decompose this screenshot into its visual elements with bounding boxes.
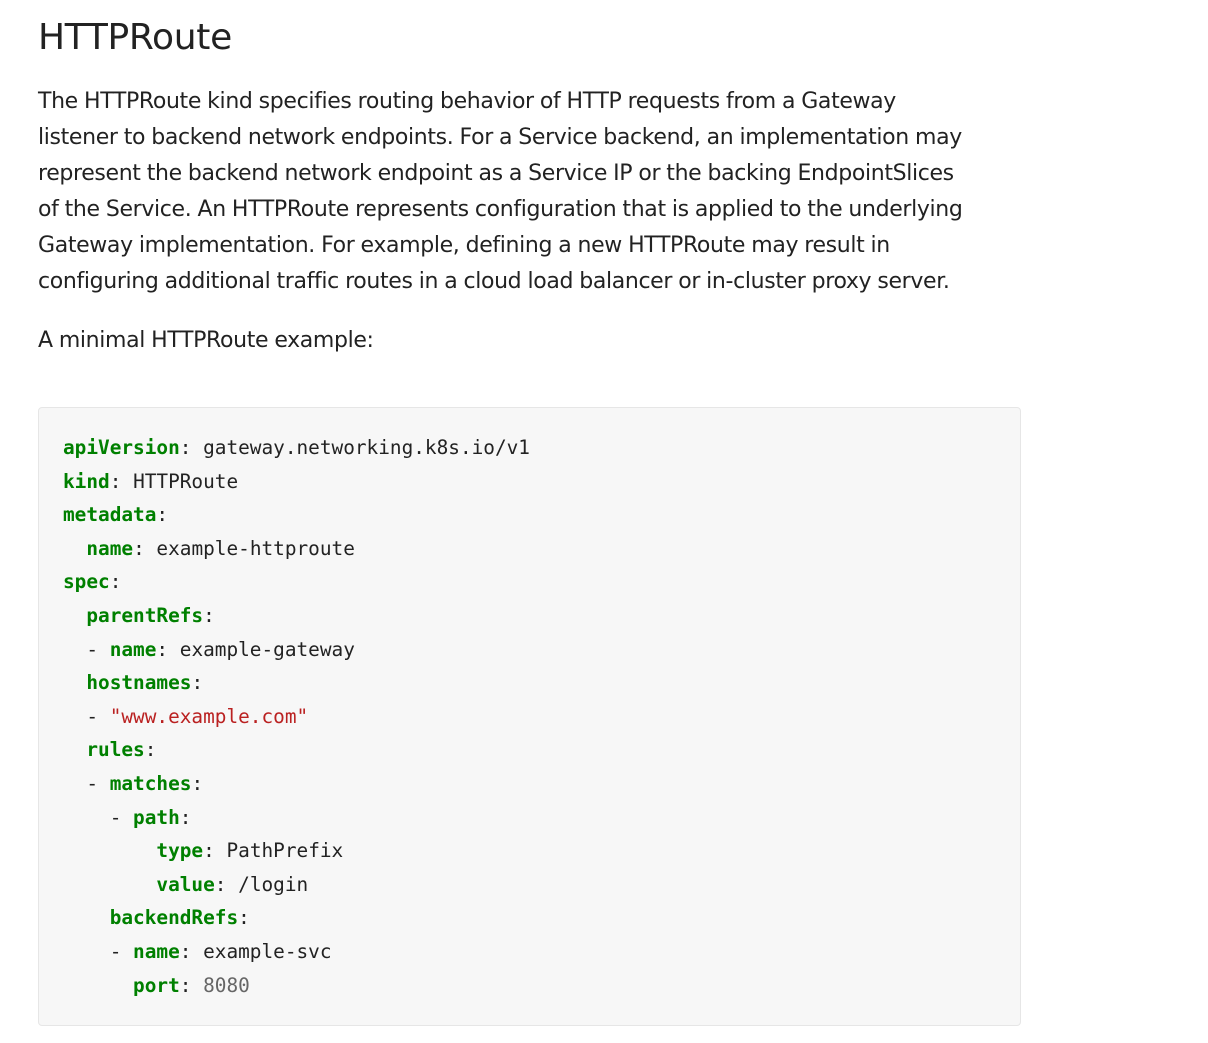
intro-line: represent the backend network endpoint a… bbox=[38, 161, 954, 186]
intro-line: Gateway implementation. For example, def… bbox=[38, 233, 890, 258]
code-value: 8080 bbox=[203, 973, 250, 997]
code-key: name bbox=[86, 536, 134, 560]
code-line: value: /login bbox=[63, 868, 530, 902]
code-key: matches bbox=[109, 771, 192, 795]
code-line: metadata: bbox=[63, 498, 530, 532]
intro-line: The HTTPRoute kind specifies routing beh… bbox=[38, 89, 896, 114]
code-colon: : bbox=[214, 872, 239, 896]
code-line: - "www.example.com" bbox=[63, 700, 530, 734]
code-line: hostnames: bbox=[63, 666, 530, 700]
code-colon: : bbox=[203, 839, 227, 863]
intro-line: of the Service. An HTTPRoute represents … bbox=[38, 197, 963, 222]
code-colon: : bbox=[156, 637, 180, 661]
code-key: rules bbox=[86, 738, 145, 762]
code-value: /login bbox=[238, 872, 309, 896]
code-line: name: example-httproute bbox=[63, 532, 530, 566]
intro-line: configuring additional traffic routes in… bbox=[38, 269, 950, 294]
code-line: - matches: bbox=[63, 767, 530, 801]
code-indent: - bbox=[63, 939, 134, 963]
code-colon: : bbox=[179, 436, 204, 459]
code-line: rules: bbox=[63, 733, 530, 767]
code-key: path bbox=[133, 805, 180, 829]
code-key: backendRefs bbox=[109, 906, 239, 930]
code-value: gateway.networking.k8s.io/v1 bbox=[203, 436, 530, 459]
code-colon: : bbox=[191, 771, 204, 795]
code-line: - name: example-gateway bbox=[63, 633, 530, 667]
code-indent: - bbox=[63, 637, 110, 661]
document-page: HTTPRoute The HTTPRoute kind specifies r… bbox=[0, 0, 1208, 1043]
code-block: apiVersion: gateway.networking.k8s.io/v1… bbox=[38, 407, 1021, 1026]
code-value: example-svc bbox=[203, 939, 332, 963]
code-colon: : bbox=[133, 536, 157, 560]
code-key: value bbox=[156, 872, 215, 896]
code-key: port bbox=[133, 973, 180, 997]
code-key: name bbox=[133, 939, 180, 963]
page-title: HTTPRoute bbox=[38, 17, 232, 58]
example-label: A minimal HTTPRoute example: bbox=[38, 328, 374, 353]
code-colon: : bbox=[238, 906, 250, 930]
code-indent: - bbox=[63, 805, 134, 829]
code-colon: : bbox=[109, 570, 122, 594]
code-key: hostnames bbox=[86, 671, 192, 695]
code-line: - name: example-svc bbox=[63, 935, 530, 969]
code-colon: : bbox=[203, 603, 215, 627]
code-colon: : bbox=[191, 671, 204, 695]
code-key: parentRefs bbox=[86, 603, 204, 627]
code-key: name bbox=[109, 637, 157, 661]
code-line: parentRefs: bbox=[63, 599, 530, 633]
code-line: - path: bbox=[63, 801, 530, 835]
code-value: HTTPRoute bbox=[133, 469, 239, 493]
intro-paragraph: The HTTPRoute kind specifies routing beh… bbox=[38, 84, 1018, 300]
code-indent: - bbox=[63, 771, 110, 795]
code-colon: : bbox=[179, 805, 192, 829]
code-line: type: PathPrefix bbox=[63, 834, 530, 868]
code-line: backendRefs: bbox=[63, 901, 530, 935]
code-line: apiVersion: gateway.networking.k8s.io/v1 bbox=[63, 431, 530, 465]
code-key: type bbox=[156, 839, 204, 863]
code-line: spec: bbox=[63, 565, 530, 599]
code-value: PathPrefix bbox=[226, 839, 344, 863]
code-colon: : bbox=[109, 469, 134, 493]
code-value: example-gateway bbox=[179, 637, 355, 661]
code-line: kind: HTTPRoute bbox=[63, 465, 530, 499]
yaml-code: apiVersion: gateway.networking.k8s.io/v1… bbox=[63, 431, 530, 1002]
code-key: apiVersion bbox=[63, 436, 180, 459]
code-colon: : bbox=[179, 973, 204, 997]
code-key: kind bbox=[63, 469, 110, 493]
code-colon: : bbox=[144, 738, 157, 762]
code-indent: - bbox=[63, 704, 110, 728]
code-key: metadata bbox=[63, 503, 157, 527]
code-value: "www.example.com" bbox=[109, 704, 309, 728]
code-key: spec bbox=[63, 570, 110, 594]
intro-line: listener to backend network endpoints. F… bbox=[38, 125, 962, 150]
code-colon: : bbox=[179, 939, 204, 963]
code-line: port: 8080 bbox=[63, 969, 530, 1003]
code-colon: : bbox=[156, 503, 169, 527]
code-value: example-httproute bbox=[156, 536, 355, 560]
